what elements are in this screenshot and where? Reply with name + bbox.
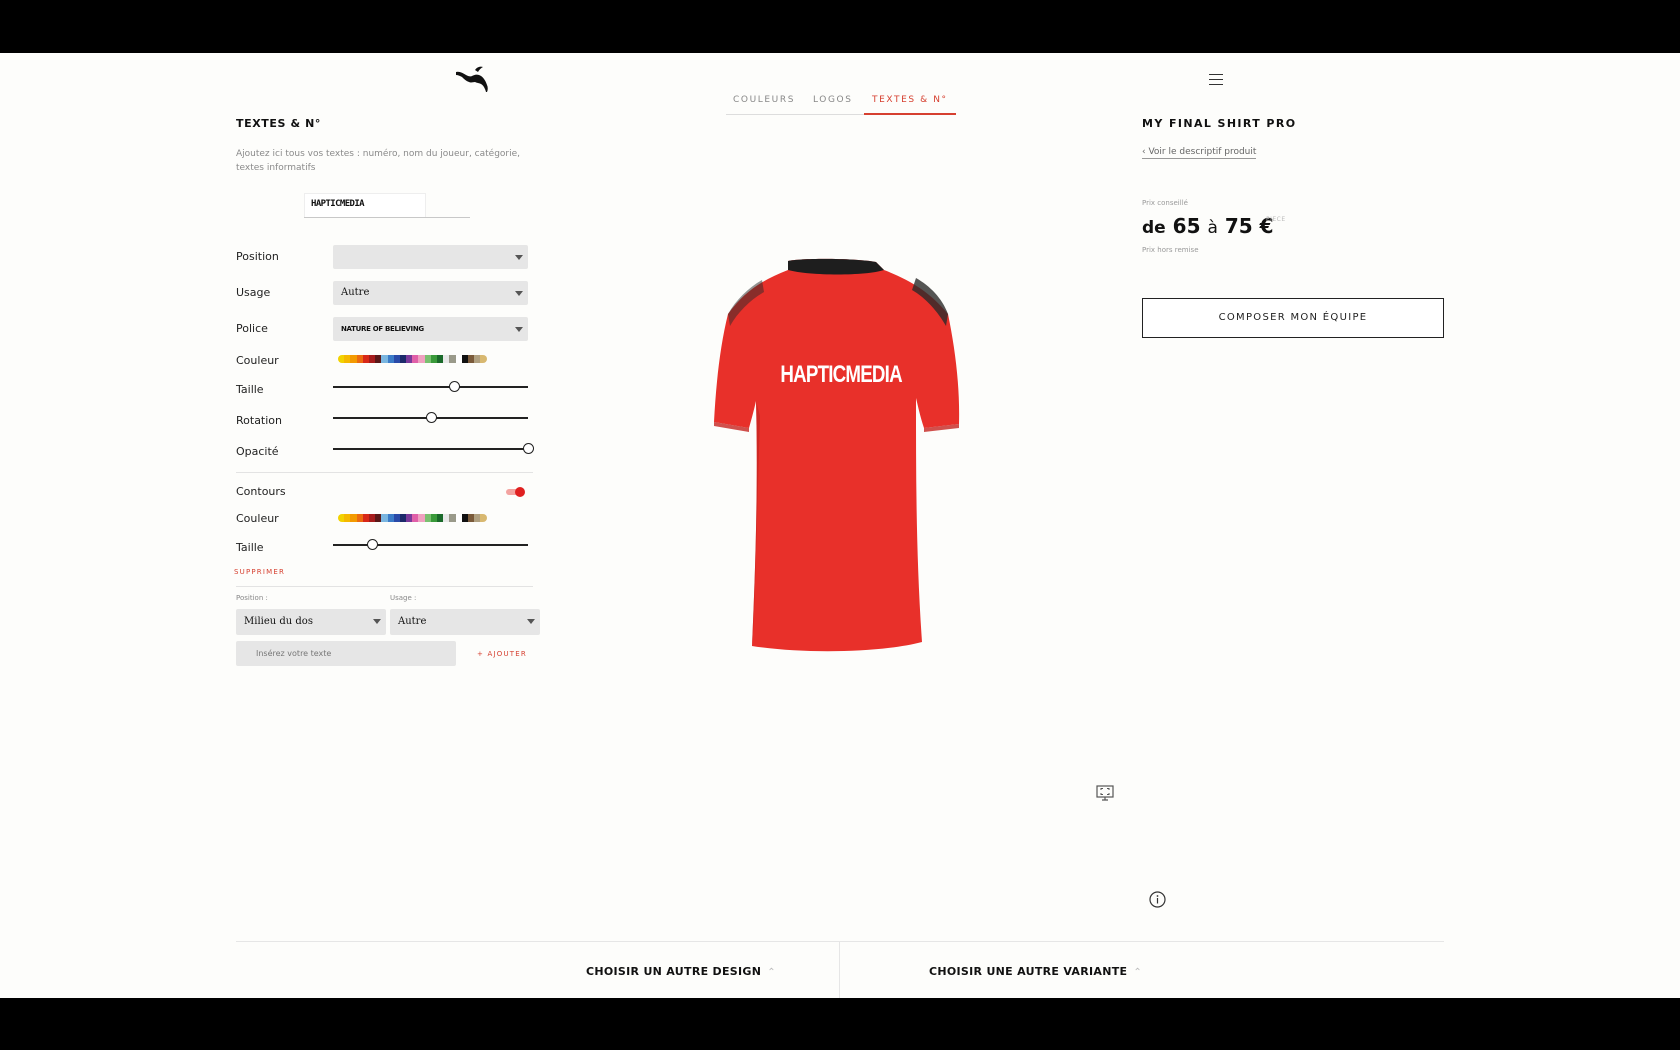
new-usage-value: Autre (398, 616, 427, 627)
new-position-value: Milieu du dos (244, 616, 313, 627)
puma-logo-icon[interactable] (455, 65, 489, 93)
product-title: MY FINAL SHIRT PRO (1142, 117, 1297, 130)
screenshot-icon[interactable] (1096, 785, 1114, 801)
shirt-3d-preview[interactable] (680, 256, 1000, 666)
chevron-down-icon (373, 619, 381, 624)
insert-text-placeholder: Insérez votre texte (256, 649, 332, 658)
panel-title: TEXTES & N° (236, 117, 321, 130)
price-unit: PIECE (1266, 216, 1286, 223)
new-usage-select[interactable]: Autre (390, 609, 540, 635)
usage-select[interactable]: Autre (333, 281, 528, 305)
contour-taille-label: Taille (236, 541, 264, 554)
product-description-link[interactable]: ‹ Voir le descriptif produit (1142, 147, 1257, 159)
chevron-down-icon (527, 619, 535, 624)
usage-label: Usage (236, 286, 271, 299)
choose-design-button[interactable]: CHOISIR UN AUTRE DESIGN ⌃ (586, 965, 776, 978)
configurator-tabs: COULEURS LOGOS TEXTES & N° (726, 93, 956, 115)
size-slider[interactable] (333, 380, 528, 394)
position-label: Position (236, 250, 279, 263)
add-text-button[interactable]: + AJOUTER (477, 650, 527, 658)
choose-variant-button[interactable]: CHOISIR UNE AUTRE VARIANTE ⌃ (929, 965, 1142, 978)
text-item-label: HAPTICMEDIA (311, 199, 365, 209)
footer-divider (236, 941, 1444, 942)
price-caption: Prix conseillé (1142, 199, 1188, 207)
contour-couleur-label: Couleur (236, 512, 279, 525)
tab-logos[interactable]: LOGOS (813, 93, 853, 115)
contour-size-slider-handle[interactable] (367, 539, 378, 550)
info-icon[interactable] (1149, 891, 1166, 908)
chevron-down-icon (515, 291, 523, 296)
opacite-label: Opacité (236, 445, 279, 458)
price-note: Prix hors remise (1142, 246, 1199, 254)
taille-label: Taille (236, 383, 264, 396)
configurator-app: COULEURS LOGOS TEXTES & N° TEXTES & N° A… (0, 53, 1680, 998)
opacity-slider-handle[interactable] (523, 443, 534, 454)
color-swatch[interactable] (480, 355, 487, 363)
font-select[interactable]: NATURE OF BELIEVING (333, 317, 528, 341)
new-usage-label: Usage : (390, 594, 417, 602)
compose-team-button[interactable]: COMPOSER MON ÉQUIPE (1142, 298, 1444, 338)
chevron-up-icon: ⌃ (1133, 967, 1143, 978)
contours-label: Contours (236, 485, 286, 498)
tab-textes[interactable]: TEXTES & N° (864, 93, 956, 115)
contour-color-palette[interactable] (338, 514, 487, 522)
opacity-slider[interactable] (333, 442, 534, 456)
delete-text-link[interactable]: SUPPRIMER (234, 568, 285, 576)
text-color-palette[interactable] (338, 355, 487, 363)
usage-value: Autre (341, 287, 370, 298)
price-range: de 65 à 75 € (1142, 214, 1274, 238)
shirt-custom-text: HAPTICMEDIA (780, 361, 902, 388)
section-divider (236, 472, 533, 473)
chevron-up-icon: ⌃ (767, 967, 776, 978)
new-position-label: Position : (236, 594, 268, 602)
chevron-down-icon (515, 327, 523, 332)
police-label: Police (236, 322, 268, 335)
insert-text-input[interactable]: Insérez votre texte (236, 641, 456, 666)
panel-description: Ajoutez ici tous vos textes : numéro, no… (236, 149, 521, 173)
position-select[interactable] (333, 245, 528, 269)
color-swatch[interactable] (480, 514, 487, 522)
tab-couleurs[interactable]: COULEURS (733, 93, 795, 115)
footer-separator (839, 941, 840, 998)
section-divider (236, 586, 533, 587)
rotation-slider[interactable] (333, 411, 528, 425)
couleur-label: Couleur (236, 354, 279, 367)
text-item-chip[interactable]: HAPTICMEDIA (304, 193, 470, 218)
hamburger-menu-icon[interactable] (1209, 74, 1223, 86)
new-position-select[interactable]: Milieu du dos (236, 609, 386, 635)
chevron-down-icon (515, 255, 523, 260)
rotation-label: Rotation (236, 414, 283, 427)
contour-size-slider[interactable] (333, 538, 528, 552)
font-value: NATURE OF BELIEVING (341, 325, 424, 333)
size-slider-handle[interactable] (448, 381, 460, 392)
rotation-slider-handle[interactable] (425, 412, 437, 423)
contours-toggle[interactable] (506, 487, 526, 497)
